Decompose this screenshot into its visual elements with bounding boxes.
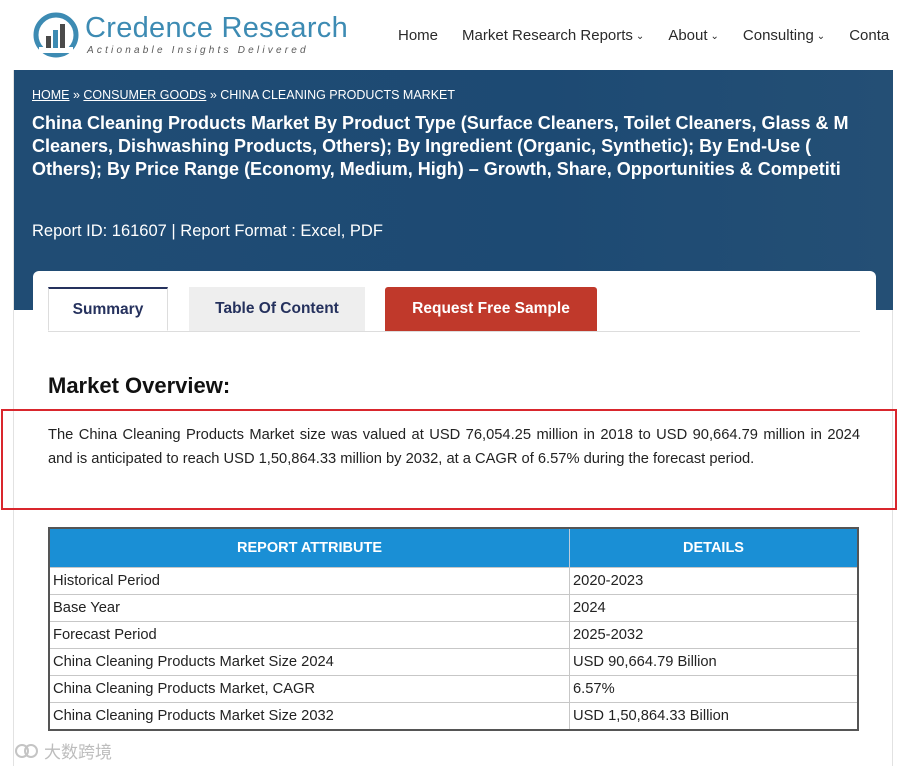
logo-tagline: Actionable Insights Delivered [87, 45, 309, 56]
table-row: Forecast Period 2025-2032 [48, 621, 859, 649]
report-tabs: Summary Table Of Content Request Free Sa… [48, 287, 860, 332]
site-logo[interactable]: Credence Research Actionable Insights De… [33, 12, 348, 60]
watermark-text: 大数跨境 [44, 743, 112, 762]
breadcrumb-separator: » [206, 88, 221, 102]
breadcrumb: HOME » CONSUMER GOODS » CHINA CLEANING P… [32, 88, 455, 102]
tab-summary[interactable]: Summary [48, 287, 168, 331]
table-cell: USD 1,50,864.33 Billion [569, 702, 859, 731]
page-title-line: China Cleaning Products Market By Produc… [32, 113, 849, 133]
table-header-details: DETAILS [569, 528, 859, 568]
breadcrumb-separator: » [69, 88, 84, 102]
tab-toc-label: Table Of Content [215, 300, 339, 317]
nav-home-label: Home [398, 27, 439, 44]
chevron-down-icon: ⌄ [635, 31, 645, 42]
table-cell: Forecast Period [48, 621, 570, 649]
watermark: 大数跨境 [14, 738, 112, 763]
nav-reports-label: Market Research Reports [462, 27, 633, 44]
table-cell: 2025-2032 [569, 621, 859, 649]
breadcrumb-category[interactable]: CONSUMER GOODS [83, 88, 206, 102]
table-row: China Cleaning Products Market Size 2032… [48, 702, 859, 731]
table-cell: 2024 [569, 594, 859, 622]
table-cell: 2020-2023 [569, 567, 859, 595]
page-title-line: Cleaners, Dishwashing Products, Others);… [32, 136, 812, 156]
page-title: China Cleaning Products Market By Produc… [32, 112, 893, 181]
table-row: China Cleaning Products Market Size 2024… [48, 648, 859, 676]
table-row: Historical Period 2020-2023 [48, 567, 859, 595]
main-nav: Home Market Research Reports ⌄ About ⌄ Con… [398, 27, 900, 44]
nav-consulting-label: Consulting [742, 27, 814, 44]
tab-table-of-content[interactable]: Table Of Content [189, 287, 365, 331]
table-cell: Base Year [48, 594, 570, 622]
chevron-down-icon: ⌄ [710, 31, 719, 42]
market-overview-heading: Market Overview: [48, 373, 231, 398]
market-overview-text: The China Cleaning Products Market size … [48, 427, 860, 467]
nav-consulting[interactable]: Consulting ⌄ [743, 27, 825, 44]
logo-title: Credence Research [85, 12, 349, 44]
report-meta: Report ID: 161607 | Report Format : Exce… [32, 222, 383, 240]
nav-contact[interactable]: Conta [849, 27, 889, 44]
nav-about[interactable]: About ⌄ [668, 27, 719, 44]
site-header: Credence Research Actionable Insights De… [0, 0, 900, 70]
nav-home[interactable]: Home [398, 27, 438, 44]
table-row: Base Year 2024 [48, 594, 859, 622]
table-header-row: REPORT ATTRIBUTE DETAILS [49, 528, 859, 568]
table-header-attribute: REPORT ATTRIBUTE [49, 528, 570, 568]
table-cell: Historical Period [48, 567, 570, 595]
chevron-down-icon: ⌄ [816, 31, 826, 42]
report-attribute-table: REPORT ATTRIBUTE DETAILS Historical Peri… [48, 527, 859, 731]
table-row: China Cleaning Products Market, CAGR 6.57… [48, 675, 859, 703]
tab-summary-label: Summary [72, 300, 144, 318]
breadcrumb-current: CHINA CLEANING PRODUCTS MARKET [220, 88, 456, 102]
page-title-line: Others); By Price Range (Economy, Medium… [32, 159, 841, 179]
nav-market-research-reports[interactable]: Market Research Reports ⌄ [462, 27, 644, 44]
table-cell: China Cleaning Products Market Size 2024 [48, 648, 570, 676]
table-cell: 6.57% [569, 675, 859, 703]
logo-chart-icon [33, 12, 79, 58]
table-cell: China Cleaning Products Market, CAGR [48, 675, 570, 703]
request-free-sample-button[interactable]: Request Free Sample [385, 287, 597, 331]
nav-contact-label: Conta [849, 27, 890, 44]
watermark-logo-icon [15, 743, 38, 758]
table-cell: USD 90,664.79 Billion [569, 648, 859, 676]
breadcrumb-home[interactable]: HOME [32, 88, 70, 102]
nav-about-label: About [668, 27, 708, 44]
request-sample-label: Request Free Sample [412, 300, 570, 317]
table-cell: China Cleaning Products Market Size 2032 [48, 702, 570, 731]
